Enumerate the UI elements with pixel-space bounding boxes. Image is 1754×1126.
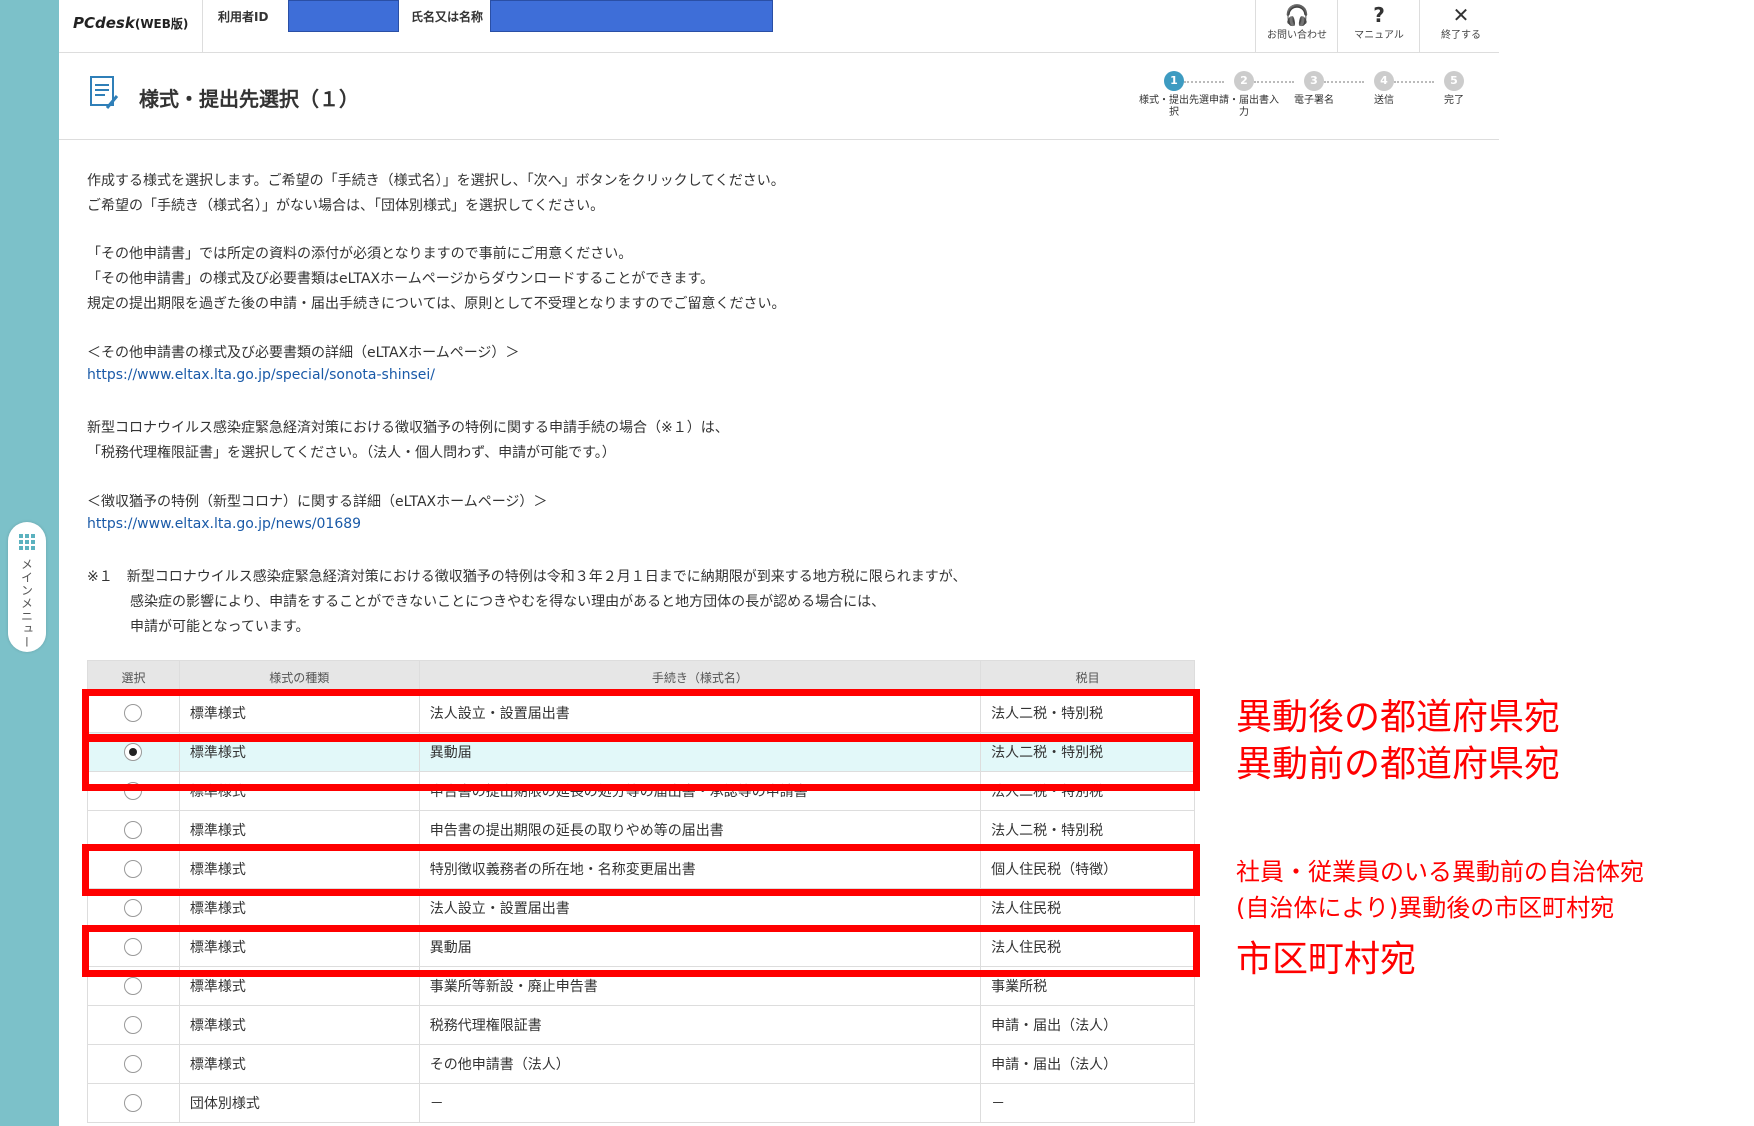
step-number: 1	[1164, 71, 1184, 91]
step-label: 完了	[1444, 95, 1464, 106]
select-radio[interactable]	[124, 899, 143, 917]
logo-sub: (WEB版)	[134, 17, 189, 31]
form-type-cell: 標準様式	[178, 1005, 420, 1045]
annotation-text: 異動前の都道府県宛	[1236, 744, 1561, 785]
table-row[interactable]: 標準様式 その他申請書（法人） 申請・届出（法人）	[87, 1044, 1195, 1084]
form-type-cell: 団体別様式	[178, 1083, 420, 1123]
step-5: 5 完了	[1419, 71, 1489, 107]
instruction-text: 「税務代理権限証書」を選択してください。（法人・個人問わず、申請が可能です。）	[87, 445, 616, 461]
annotation-text: (自治体により)異動後の市区町村宛	[1236, 894, 1615, 922]
exit-button[interactable]: ✕ 終了する	[1419, 0, 1502, 52]
manual-button[interactable]: ? マニュアル	[1337, 0, 1420, 52]
footnote-text: ※１ 新型コロナウイルス感染症緊急経済対策における徴収猶予の特例は令和３年２月１…	[87, 569, 967, 585]
step-label: 電子署名	[1294, 95, 1334, 106]
step-number: 2	[1234, 71, 1254, 91]
procedure-cell: －	[418, 1083, 982, 1123]
name-label: 氏名又は名称	[411, 10, 484, 24]
manual-label: マニュアル	[1354, 30, 1404, 41]
highlight-box	[82, 689, 1200, 741]
step-number: 5	[1444, 71, 1464, 91]
instruction-text: 作成する様式を選択します。ご希望の「手続き（様式名）」を選択し、「次へ」ボタンを…	[87, 173, 785, 189]
name-value	[490, 0, 773, 32]
footnote-text: 申請が可能となっています。	[130, 619, 310, 635]
tax-cell: 申請・届出（法人）	[980, 1044, 1195, 1084]
highlight-box	[82, 844, 1200, 896]
annotation-text: 社員・従業員のいる異動前の自治体宛	[1236, 858, 1644, 886]
select-radio[interactable]	[124, 821, 143, 839]
instruction-text: 新型コロナウイルス感染症緊急経済対策における徴収猶予の特例に関する申請手続の場合…	[87, 420, 729, 436]
user-id-label: 利用者ID	[218, 10, 269, 24]
step-3: 3 電子署名	[1279, 71, 1349, 107]
instruction-text: ご希望の「手続き（様式名）」がない場合は、「団体別様式」を選択してください。	[87, 198, 605, 214]
radio-cell[interactable]	[87, 1083, 180, 1123]
instruction-text: 規定の提出期限を過ぎた後の申請・届出手続きについては、原則として不受理となります…	[87, 296, 786, 312]
header-divider	[202, 0, 203, 52]
progress-stepper: 1 様式・提出先選択 2 申請・届出書入力 3 電子署名 4 送信 5 完了	[1139, 71, 1469, 131]
contact-button[interactable]: 🎧 お問い合わせ	[1255, 0, 1338, 52]
select-radio[interactable]	[124, 1055, 143, 1073]
procedure-cell: その他申請書（法人）	[418, 1044, 982, 1084]
step-label: 様式・提出先選択	[1139, 95, 1209, 118]
exit-label: 終了する	[1441, 30, 1481, 41]
highlight-box	[82, 735, 1200, 791]
app-logo: PCdesk(WEB版)	[73, 14, 188, 32]
instruction-text: ＜徴収猶予の特例（新型コロナ）に関する詳細（eLTAXホームページ）＞	[87, 494, 548, 510]
help-icon: ?	[1373, 3, 1385, 27]
step-label: 申請・届出書入力	[1209, 95, 1279, 118]
step-number: 4	[1374, 71, 1394, 91]
app-header: PCdesk(WEB版) 利用者ID 氏名又は名称 🎧 お問い合わせ ? マニュ…	[59, 0, 1499, 53]
select-radio[interactable]	[124, 977, 143, 995]
step-4: 4 送信	[1349, 71, 1419, 107]
form-type-cell: 標準様式	[178, 1044, 420, 1084]
highlight-box	[82, 925, 1200, 977]
step-2: 2 申請・届出書入力	[1209, 71, 1279, 119]
tax-cell: －	[980, 1083, 1195, 1123]
covid-news-link[interactable]: https://www.eltax.lta.go.jp/news/01689	[87, 516, 361, 532]
close-icon: ✕	[1452, 3, 1470, 27]
step-label: 送信	[1374, 95, 1394, 106]
annotation-text: 市区町村宛	[1236, 939, 1417, 980]
user-id-value	[288, 0, 399, 32]
radio-cell[interactable]	[87, 1044, 180, 1084]
instruction-text: ＜その他申請書の様式及び必要書類の詳細（eLTAXホームページ）＞	[87, 345, 520, 361]
main-menu-button[interactable]: メインメニュー	[8, 522, 46, 652]
instruction-text: 「その他申請書」では所定の資料の添付が必須となりますので事前にご用意ください。	[87, 246, 633, 262]
table-row[interactable]: 標準様式 税務代理権限証書 申請・届出（法人）	[87, 1005, 1195, 1045]
logo-main: PCdesk	[73, 14, 135, 32]
select-radio[interactable]	[124, 1016, 143, 1034]
sonota-shinsei-link[interactable]: https://www.eltax.lta.go.jp/special/sono…	[87, 367, 435, 383]
procedure-cell: 税務代理権限証書	[418, 1005, 982, 1045]
tax-cell: 申請・届出（法人）	[980, 1005, 1195, 1045]
step-number: 3	[1304, 71, 1324, 91]
table-row[interactable]: 団体別様式 － －	[87, 1083, 1195, 1123]
annotation-text: 異動後の都道府県宛	[1236, 697, 1561, 738]
headset-icon: 🎧	[1284, 3, 1310, 27]
radio-cell[interactable]	[87, 1005, 180, 1045]
main-menu-label: メインメニュー	[19, 558, 34, 649]
grid-menu-icon	[19, 534, 35, 550]
title-row: 様式・提出先選択（１） 1 様式・提出先選択 2 申請・届出書入力 3 電子署名…	[59, 53, 1499, 140]
page-title: 様式・提出先選択（１）	[139, 87, 359, 111]
footnote-text: 感染症の影響により、申請をすることができないことにつきやむを得ない理由があると地…	[130, 594, 886, 610]
step-1: 1 様式・提出先選択	[1139, 71, 1209, 119]
document-edit-icon	[90, 76, 119, 109]
select-radio[interactable]	[124, 1094, 143, 1112]
contact-label: お問い合わせ	[1267, 30, 1327, 41]
instruction-text: 「その他申請書」の様式及び必要書類はeLTAXホームページからダウンロードするこ…	[87, 271, 715, 287]
